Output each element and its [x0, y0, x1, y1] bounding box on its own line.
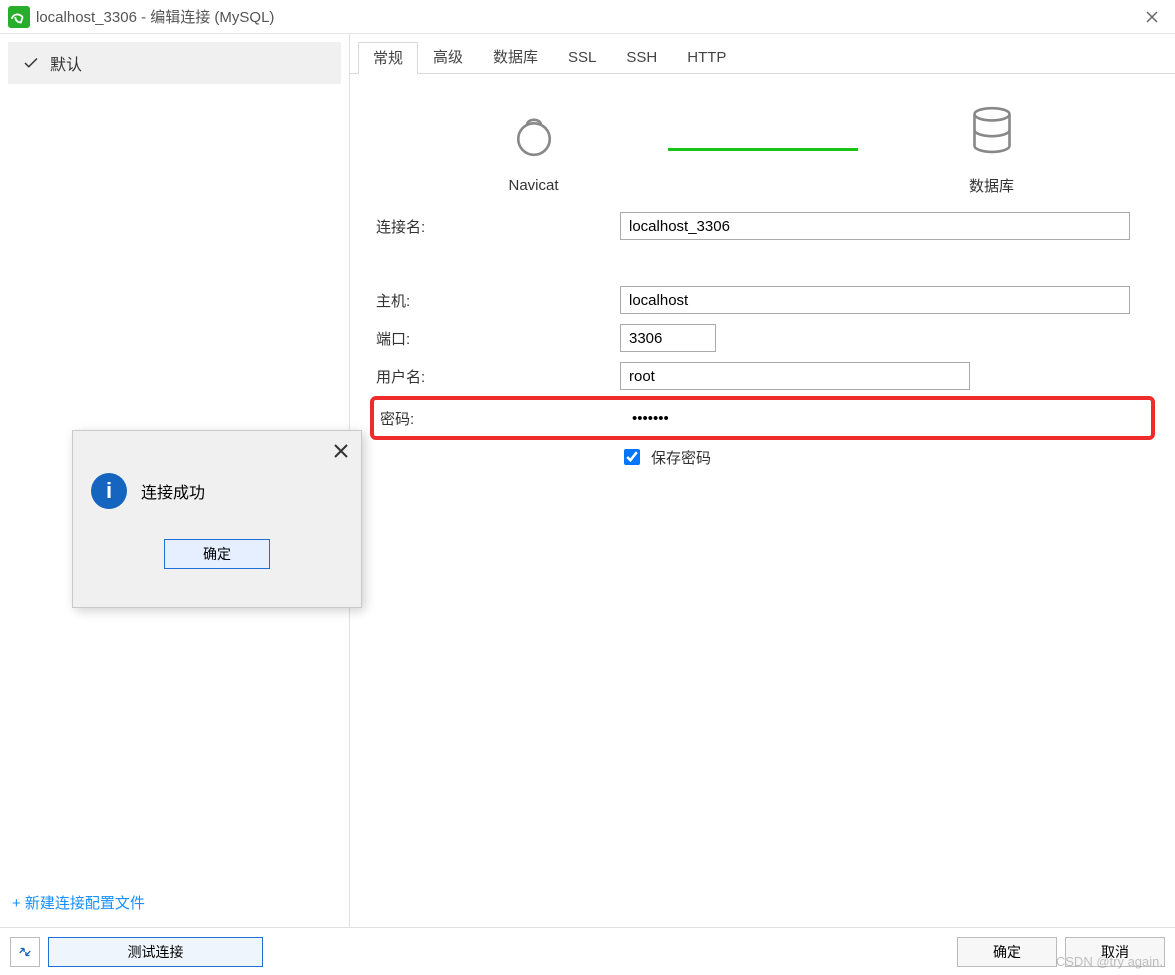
navicat-icon [506, 104, 562, 165]
tab-ssl[interactable]: SSL [553, 41, 611, 73]
message-box-text: 连接成功 [141, 479, 205, 503]
expand-button[interactable] [10, 937, 40, 967]
message-box-ok-button[interactable]: 确定 [164, 539, 270, 569]
app-icon [8, 6, 30, 28]
test-connection-button[interactable]: 测试连接 [48, 937, 263, 967]
window-title: localhost_3306 - 编辑连接 (MySQL) [36, 6, 274, 27]
tab-general[interactable]: 常规 [358, 42, 418, 74]
title-bar: localhost_3306 - 编辑连接 (MySQL) [0, 0, 1175, 34]
connection-form: 连接名: 主机: 端口: 用户名: 密码: [350, 204, 1175, 468]
ok-button[interactable]: 确定 [957, 937, 1057, 967]
connection-name-input[interactable] [620, 212, 1130, 240]
connector-line [668, 148, 858, 151]
save-password-checkbox[interactable] [624, 449, 640, 465]
host-input[interactable] [620, 286, 1130, 314]
info-icon: i [91, 473, 127, 509]
sidebar-item-default[interactable]: 默认 [8, 42, 341, 84]
username-label: 用户名: [376, 366, 620, 387]
sidebar-item-label: 默认 [50, 51, 82, 75]
endpoint-database: 数据库 [862, 102, 1122, 196]
connection-name-label: 连接名: [376, 216, 620, 237]
endpoint-database-label: 数据库 [969, 175, 1014, 196]
port-input[interactable] [620, 324, 716, 352]
tab-bar: 常规 高级 数据库 SSL SSH HTTP [350, 34, 1175, 74]
endpoint-navicat-label: Navicat [508, 177, 558, 194]
database-icon [964, 102, 1020, 163]
message-box: i 连接成功 确定 [72, 430, 362, 608]
tab-http[interactable]: HTTP [672, 41, 741, 73]
new-connection-profile-link[interactable]: + 新建连接配置文件 [8, 886, 341, 923]
password-input[interactable] [624, 404, 974, 432]
connection-diagram: Navicat 数据库 [350, 74, 1175, 204]
save-password-label: 保存密码 [651, 447, 711, 468]
check-icon [22, 54, 40, 72]
tab-database[interactable]: 数据库 [478, 41, 553, 73]
footer-bar: 测试连接 确定 取消 [0, 927, 1175, 975]
endpoint-navicat: Navicat [404, 104, 664, 194]
message-box-close-button[interactable] [329, 439, 353, 463]
watermark: CSDN @try again. [1056, 954, 1163, 969]
password-label: 密码: [380, 408, 624, 429]
tab-ssh[interactable]: SSH [611, 41, 672, 73]
close-button[interactable] [1129, 0, 1175, 34]
tab-advanced[interactable]: 高级 [418, 41, 478, 73]
username-input[interactable] [620, 362, 970, 390]
host-label: 主机: [376, 290, 620, 311]
port-label: 端口: [376, 328, 620, 349]
password-highlight: 密码: [370, 396, 1155, 440]
main-panel: 常规 高级 数据库 SSL SSH HTTP Navicat [350, 34, 1175, 927]
